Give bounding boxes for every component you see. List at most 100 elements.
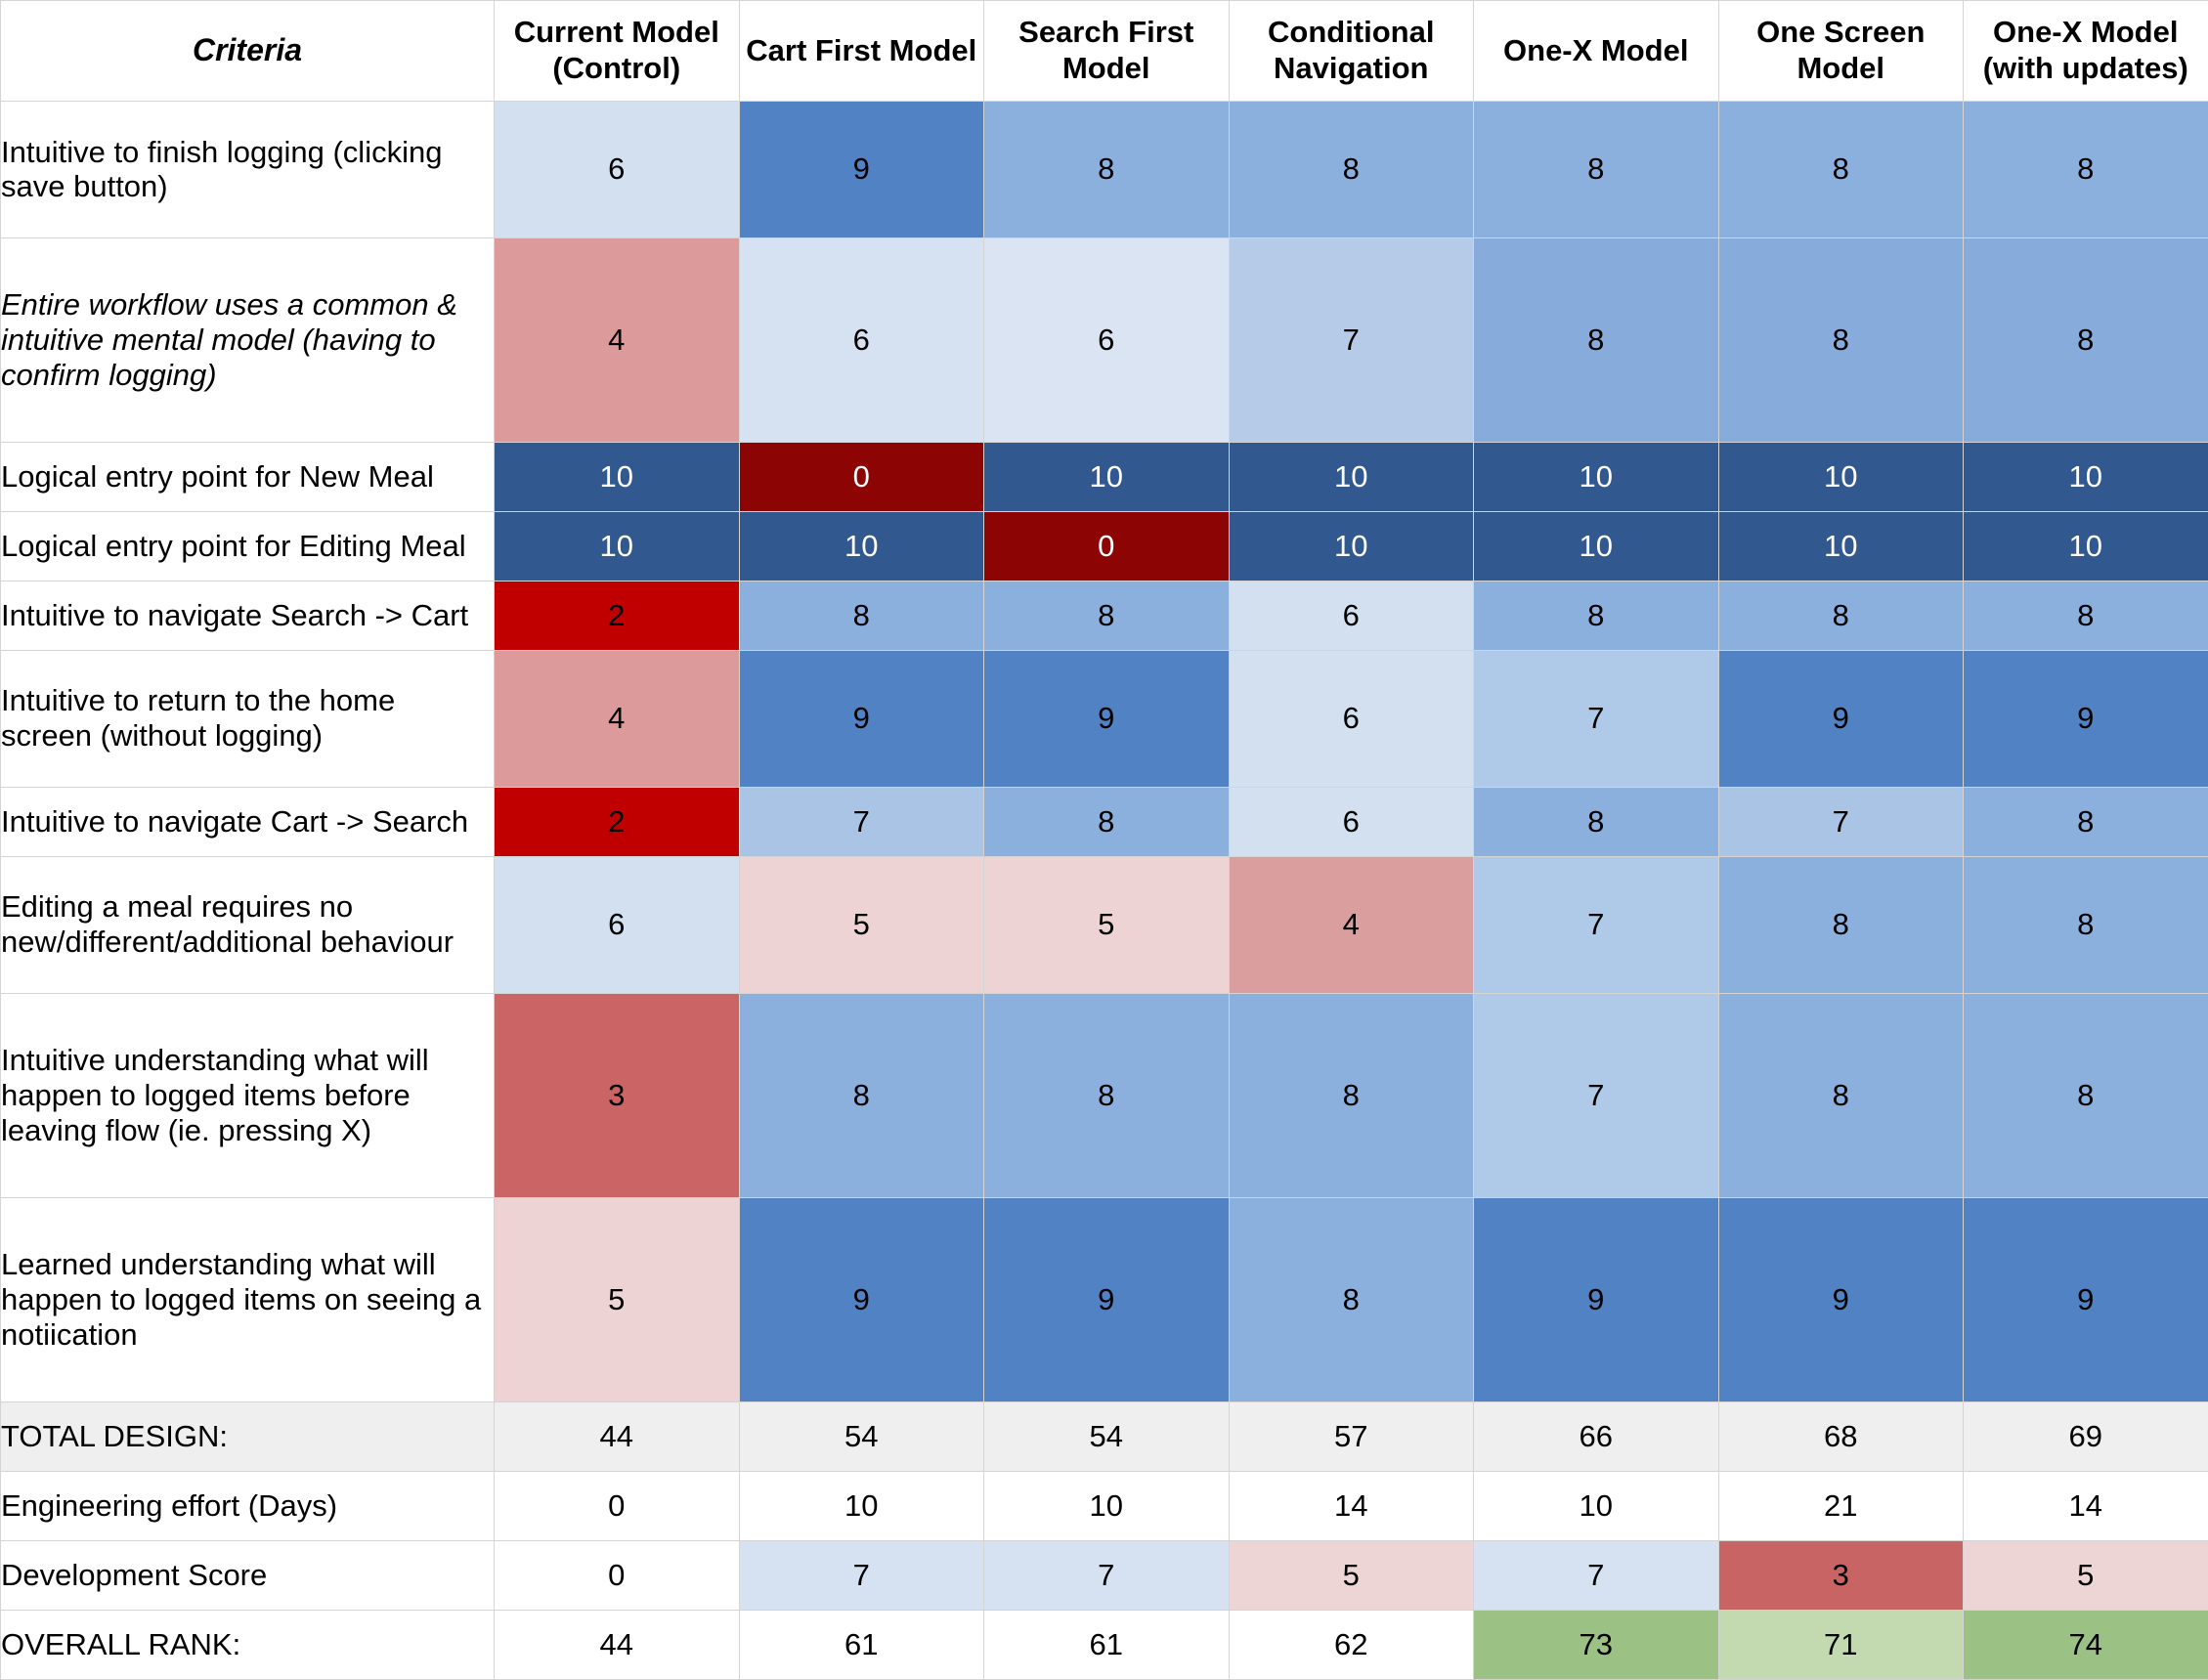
score-cell: 14	[1228, 1470, 1474, 1541]
score-cell: 0	[738, 441, 984, 512]
criteria-label: Learned understanding what will happen t…	[0, 1196, 495, 1402]
score-cell: 8	[983, 786, 1230, 857]
score-cell: 8	[1473, 101, 1719, 238]
score-cell: 54	[983, 1400, 1230, 1472]
score-cell: 8	[1473, 786, 1719, 857]
score-cell: 5	[494, 1196, 740, 1402]
score-cell: 0	[983, 510, 1230, 582]
score-cell: 10	[1473, 441, 1719, 512]
score-cell: 7	[983, 1539, 1230, 1611]
score-cell: 4	[1228, 855, 1474, 994]
score-cell: 7	[1473, 992, 1719, 1198]
score-cell: 7	[1473, 855, 1719, 994]
score-cell: 8	[1717, 992, 1964, 1198]
score-cell: 44	[494, 1609, 740, 1680]
score-cell: 10	[1228, 441, 1474, 512]
criteria-label: TOTAL DESIGN:	[0, 1400, 495, 1472]
score-cell: 6	[738, 237, 984, 443]
score-cell: 8	[1473, 237, 1719, 443]
score-cell: 5	[738, 855, 984, 994]
score-cell: 10	[983, 441, 1230, 512]
score-cell: 57	[1228, 1400, 1474, 1472]
score-cell: 10	[1717, 510, 1964, 582]
score-cell: 5	[983, 855, 1230, 994]
score-cell: 68	[1717, 1400, 1964, 1472]
criteria-label: Logical entry point for New Meal	[0, 441, 495, 512]
score-cell: 7	[738, 1539, 984, 1611]
score-cell: 61	[983, 1609, 1230, 1680]
score-cell: 10	[1473, 510, 1719, 582]
criteria-label: Entire workflow uses a common & intuitiv…	[0, 237, 495, 443]
score-cell: 9	[738, 1196, 984, 1402]
table-row: Intuitive understanding what will happen…	[0, 992, 2208, 1198]
score-cell: 8	[1717, 237, 1964, 443]
score-cell: 5	[1228, 1539, 1474, 1611]
score-cell: 71	[1717, 1609, 1964, 1680]
score-cell: 8	[1228, 992, 1474, 1198]
column-header-one-x-model: One-X Model	[1473, 0, 1719, 102]
score-cell: 8	[1963, 101, 2208, 238]
score-cell: 54	[738, 1400, 984, 1472]
score-cell: 9	[983, 1196, 1230, 1402]
score-cell: 4	[494, 237, 740, 443]
score-cell: 8	[983, 992, 1230, 1198]
score-cell: 62	[1228, 1609, 1474, 1680]
table-row: Logical entry point for Editing Meal 10 10…	[0, 510, 2208, 582]
table-row: Intuitive to navigate Search -> Cart 2 8 8 6…	[0, 580, 2208, 651]
score-cell: 66	[1473, 1400, 1719, 1472]
score-cell: 8	[1228, 101, 1474, 238]
column-header-conditional-navigation: Conditional Navigation	[1228, 0, 1474, 102]
score-cell: 8	[983, 101, 1230, 238]
score-cell: 10	[1228, 510, 1474, 582]
score-cell: 61	[738, 1609, 984, 1680]
score-cell: 5	[1963, 1539, 2208, 1611]
criteria-label: Development Score	[0, 1539, 495, 1611]
column-header-current-model: Current Model (Control)	[494, 0, 740, 102]
score-cell: 8	[983, 580, 1230, 651]
score-cell: 10	[1717, 441, 1964, 512]
score-cell: 8	[1717, 101, 1964, 238]
score-cell: 9	[1717, 1196, 1964, 1402]
score-cell: 4	[494, 649, 740, 788]
criteria-label: Intuitive to navigate Cart -> Search	[0, 786, 495, 857]
score-cell: 2	[494, 580, 740, 651]
score-cell: 8	[738, 580, 984, 651]
table-row: TOTAL DESIGN: 44 54 54 57 66 68 69	[0, 1400, 2208, 1472]
score-cell: 9	[1717, 649, 1964, 788]
score-cell: 7	[1473, 649, 1719, 788]
column-header-one-screen-model: One Screen Model	[1717, 0, 1964, 102]
criteria-label: Logical entry point for Editing Meal	[0, 510, 495, 582]
score-cell: 44	[494, 1400, 740, 1472]
score-cell: 9	[1473, 1196, 1719, 1402]
score-cell: 9	[1963, 1196, 2208, 1402]
table-row: Intuitive to return to the home screen (…	[0, 649, 2208, 788]
score-cell: 7	[738, 786, 984, 857]
column-header-cart-first-model: Cart First Model	[738, 0, 984, 102]
score-cell: 10	[738, 510, 984, 582]
score-cell: 2	[494, 786, 740, 857]
score-cell: 8	[1963, 237, 2208, 443]
table-row: Entire workflow uses a common & intuitiv…	[0, 237, 2208, 443]
criteria-label: OVERALL RANK:	[0, 1609, 495, 1680]
score-cell: 3	[1717, 1539, 1964, 1611]
score-cell: 9	[738, 101, 984, 238]
score-cell: 6	[1228, 649, 1474, 788]
score-cell: 10	[1963, 510, 2208, 582]
score-cell: 6	[494, 101, 740, 238]
score-cell: 8	[1473, 580, 1719, 651]
criteria-label: Intuitive to finish logging (clicking sa…	[0, 101, 495, 238]
score-cell: 10	[494, 510, 740, 582]
score-cell: 3	[494, 992, 740, 1198]
table-row: Logical entry point for New Meal 10 0 10 10 1…	[0, 441, 2208, 512]
table-row: Engineering effort (Days) 0 10 10 14 10 21 14	[0, 1470, 2208, 1541]
score-cell: 10	[1473, 1470, 1719, 1541]
score-cell: 8	[1963, 992, 2208, 1198]
table-row: Learned understanding what will happen t…	[0, 1196, 2208, 1402]
score-cell: 69	[1963, 1400, 2208, 1472]
score-cell: 7	[1473, 1539, 1719, 1611]
score-cell: 10	[1963, 441, 2208, 512]
score-cell: 8	[1717, 580, 1964, 651]
score-cell: 74	[1963, 1609, 2208, 1680]
score-cell: 7	[1228, 237, 1474, 443]
score-cell: 6	[494, 855, 740, 994]
